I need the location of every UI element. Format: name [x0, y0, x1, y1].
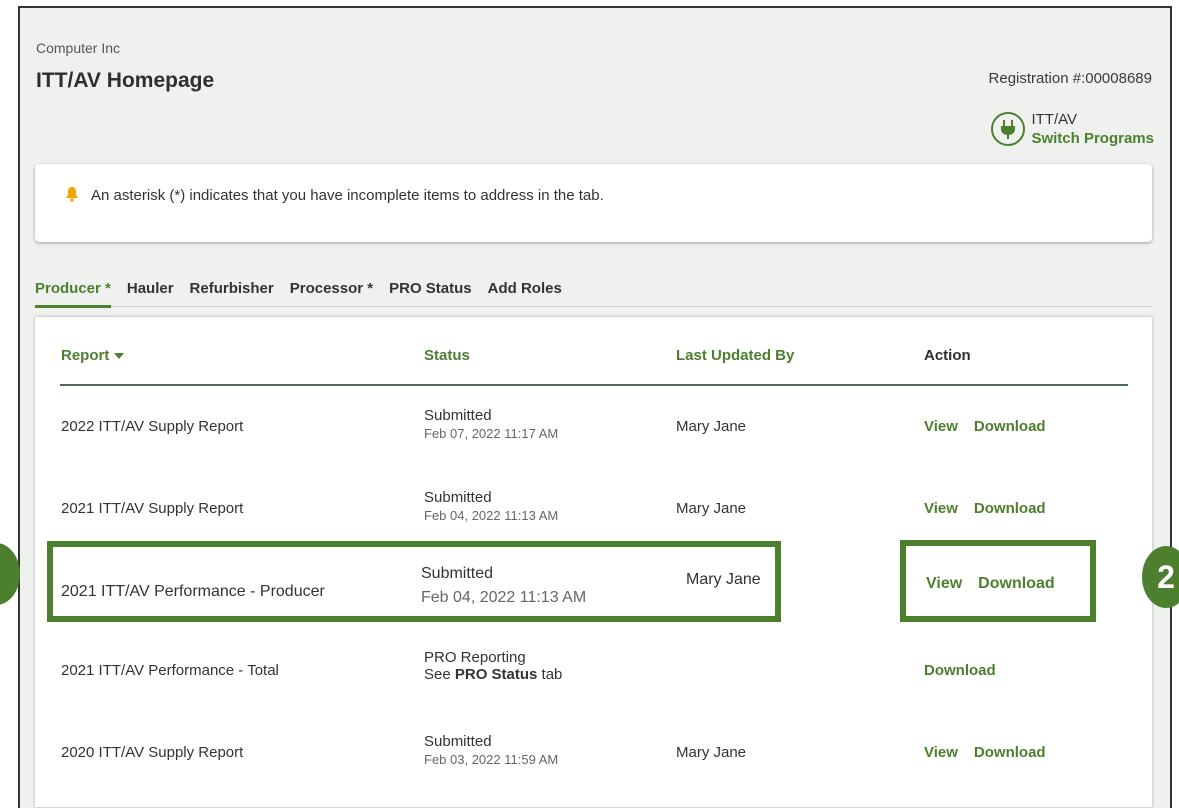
table-row: 2021 ITT/AV Supply Report Submitted Feb …: [35, 469, 1152, 549]
header-divider: [60, 384, 1128, 386]
tab-hauler[interactable]: Hauler: [127, 274, 174, 305]
column-header-action: Action: [924, 347, 971, 364]
registration-number: Registration #:00008689: [988, 70, 1152, 87]
view-link[interactable]: View: [924, 418, 958, 435]
tab-refurbisher[interactable]: Refurbisher: [190, 274, 274, 305]
report-name: 2021 ITT/AV Supply Report: [61, 500, 244, 517]
status-cell: Submitted Feb 04, 2022 11:13 AM: [424, 489, 558, 523]
status-cell: PRO Reporting See PRO Status tab: [424, 649, 562, 683]
status-timestamp: Feb 04, 2022 11:13 AM: [424, 508, 559, 523]
column-header-report-label: Report: [61, 347, 110, 364]
company-name: Computer Inc: [36, 40, 121, 56]
step-badge-1-partial: [0, 543, 20, 605]
column-header-status[interactable]: Status: [424, 347, 470, 364]
status-note-tab-name: PRO Status: [454, 666, 538, 683]
status-note-suffix: tab: [537, 666, 563, 683]
last-updated-by: Mary Jane: [676, 744, 747, 761]
status-cell: Submitted Feb 07, 2022 11:17 AM: [424, 407, 558, 441]
column-header-last-updated-by[interactable]: Last Updated By: [676, 347, 794, 364]
download-link[interactable]: Download: [974, 500, 1046, 517]
tab-pro-status[interactable]: PRO Status: [389, 274, 472, 305]
role-tabs: Producer * Hauler Refurbisher Processor …: [35, 274, 1152, 308]
highlight-box-row: [47, 541, 781, 622]
table-row: 2021 ITT/AV Performance - Total PRO Repo…: [35, 631, 1152, 711]
sort-down-icon[interactable]: [113, 347, 124, 364]
row-actions: View Download: [924, 744, 1046, 761]
view-link[interactable]: View: [924, 744, 958, 761]
status-timestamp: Feb 07, 2022 11:17 AM: [424, 426, 559, 441]
program-name: ITT/AV: [1031, 111, 1078, 128]
status-timestamp: Feb 03, 2022 11:59 AM: [424, 752, 559, 767]
status-cell: Submitted Feb 03, 2022 11:59 AM: [424, 733, 558, 767]
incomplete-items-alert: An asterisk (*) indicates that you have …: [35, 164, 1152, 242]
status-text: Submitted: [424, 489, 492, 506]
page-title: ITT/AV Homepage: [36, 69, 215, 92]
status-text: Submitted: [424, 407, 492, 424]
status-note: See PRO Status tab: [424, 666, 562, 683]
row-actions: View Download: [924, 500, 1046, 517]
view-link[interactable]: View: [924, 500, 958, 517]
tab-producer[interactable]: Producer *: [35, 274, 111, 308]
tab-processor[interactable]: Processor *: [290, 274, 373, 305]
switch-programs-link[interactable]: Switch Programs: [1031, 129, 1154, 148]
row-actions: View Download: [924, 418, 1046, 435]
alert-message: An asterisk (*) indicates that you have …: [91, 187, 604, 204]
program-switcher[interactable]: ITT/AV Switch Programs: [991, 110, 1154, 148]
bell-icon: [65, 186, 79, 207]
status-text: Submitted: [424, 733, 492, 750]
report-name: 2021 ITT/AV Performance - Total: [61, 662, 279, 679]
download-link[interactable]: Download: [974, 418, 1046, 435]
highlight-box-actions: [900, 540, 1096, 622]
column-header-report[interactable]: Report: [61, 347, 124, 364]
report-name: 2022 ITT/AV Supply Report: [61, 418, 244, 435]
status-note-prefix: See: [424, 666, 455, 683]
row-actions: Download: [924, 662, 996, 679]
download-link[interactable]: Download: [924, 662, 996, 679]
page-frame: Computer Inc ITT/AV Homepage Registratio…: [18, 6, 1172, 808]
status-text: PRO Reporting: [424, 649, 526, 666]
plug-icon: [991, 112, 1026, 146]
last-updated-by: Mary Jane: [676, 500, 747, 517]
table-row: 2022 ITT/AV Supply Report Submitted Feb …: [35, 387, 1152, 467]
table-row: 2020 ITT/AV Supply Report Submitted Feb …: [35, 713, 1152, 793]
report-name: 2020 ITT/AV Supply Report: [61, 744, 244, 761]
tab-add-roles[interactable]: Add Roles: [488, 274, 562, 305]
last-updated-by: Mary Jane: [676, 418, 747, 435]
download-link[interactable]: Download: [974, 744, 1046, 761]
